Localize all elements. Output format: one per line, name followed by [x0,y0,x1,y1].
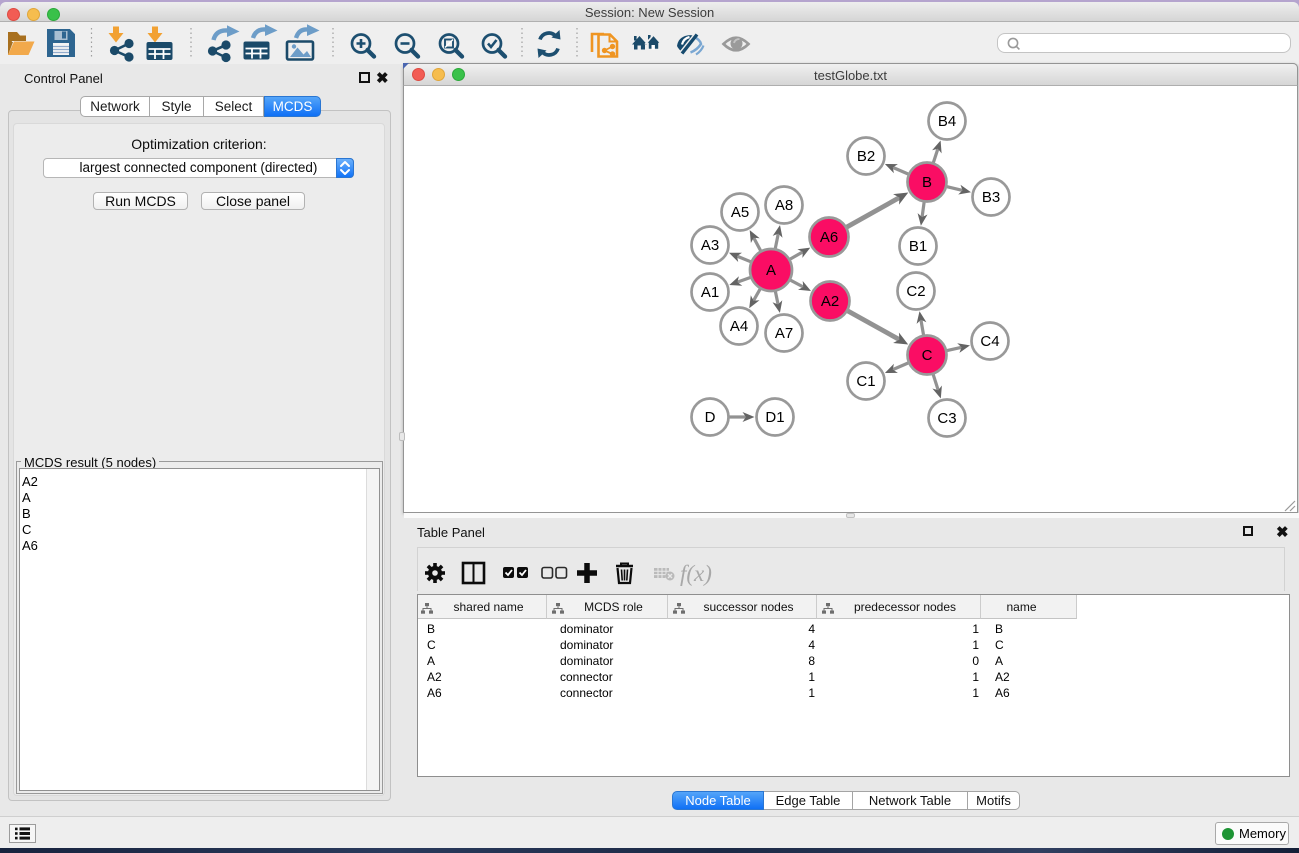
svg-text:D: D [705,409,716,426]
svg-text:B: B [922,174,932,191]
svg-text:A5: A5 [731,204,749,221]
svg-text:B2: B2 [857,148,875,165]
svg-text:B1: B1 [909,238,927,255]
svg-text:A3: A3 [701,237,719,254]
svg-text:f(x): f(x) [680,561,712,586]
svg-text:A6: A6 [820,229,838,246]
svg-text:A: A [766,262,776,279]
svg-text:C2: C2 [906,283,925,300]
svg-text:A7: A7 [775,325,793,342]
svg-text:C3: C3 [937,410,956,427]
svg-text:B3: B3 [982,189,1000,206]
svg-text:A4: A4 [730,318,748,335]
svg-text:C1: C1 [856,373,875,390]
svg-text:A1: A1 [701,284,719,301]
svg-text:D1: D1 [765,409,784,426]
svg-text:C: C [922,347,933,364]
svg-text:B4: B4 [938,113,956,130]
svg-text:A2: A2 [821,293,839,310]
svg-text:C4: C4 [980,333,999,350]
svg-text:A8: A8 [775,197,793,214]
